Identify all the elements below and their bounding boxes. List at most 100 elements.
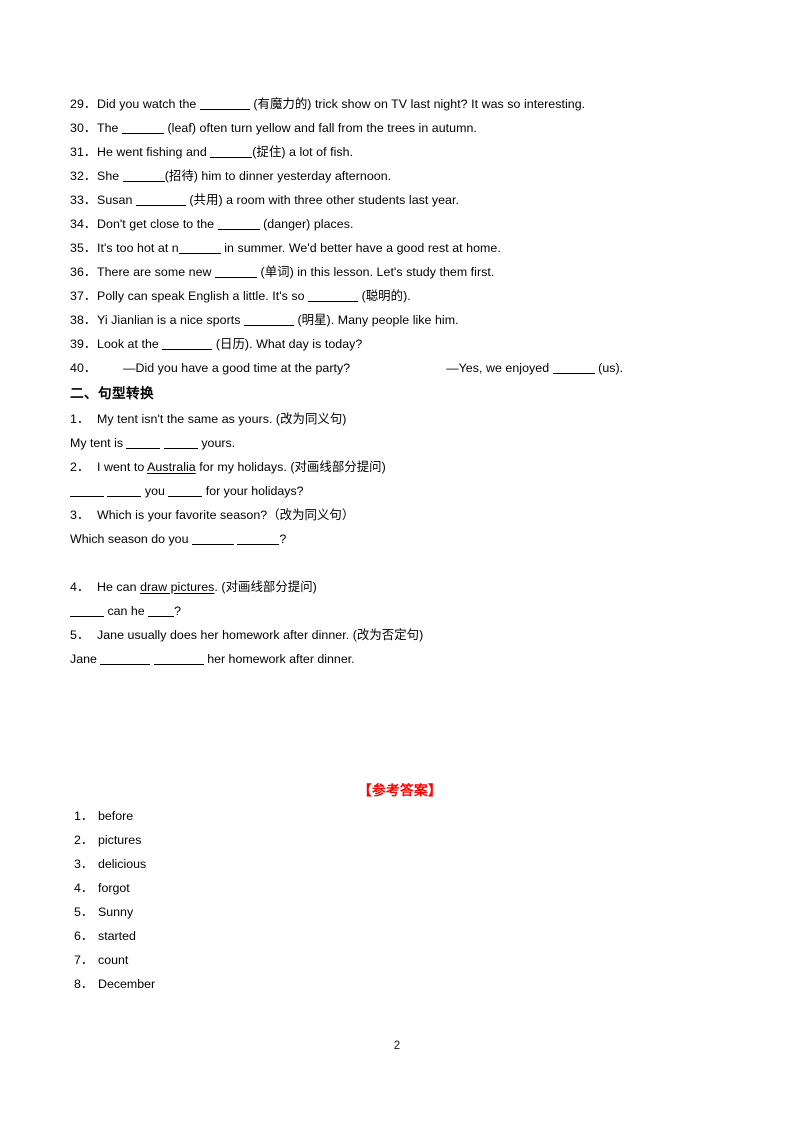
answer-number: 3．	[74, 857, 94, 871]
answer-text-post: yours.	[197, 436, 236, 450]
transform-item-2-answer: you for your holidays?	[70, 479, 730, 503]
document-page: 29．Did you watch the (有魔力的) trick show o…	[0, 0, 794, 1123]
answer-blank[interactable]	[308, 290, 359, 302]
transform-item-5-question: 5． Jane usually does her homework after d…	[70, 623, 730, 647]
answer-key-item: 8． December	[70, 972, 730, 996]
answer-key-item: 6． started	[70, 924, 730, 948]
question-text-pre: Did you watch the	[97, 97, 200, 111]
item-number: 1．	[70, 412, 90, 426]
question-item-34: 34．Don't get close to the (danger) place…	[70, 212, 730, 236]
question-item-29: 29．Did you watch the (有魔力的) trick show o…	[70, 92, 730, 116]
question-text-post: (有魔力的) trick show on TV last night? It w…	[249, 97, 586, 111]
question-text-post: (招待) him to dinner yesterday afternoon.	[164, 169, 392, 183]
answer-value: Sunny	[98, 905, 134, 919]
answer-number: 6．	[74, 929, 94, 943]
answer-blank[interactable]	[191, 533, 234, 545]
question-number: 33．	[70, 193, 97, 207]
transform-item-3-answer: Which season do you ?	[70, 527, 730, 551]
answer-value: before	[98, 809, 134, 823]
question-text-post: (聪明的).	[358, 289, 411, 303]
item-text: My tent isn't the same as yours. (改为同义句)	[97, 412, 347, 426]
answer-blank[interactable]	[215, 266, 258, 278]
question-text-pre: Look at the	[97, 337, 163, 351]
question-text-right-post: (us).	[594, 361, 624, 375]
answer-blank[interactable]	[107, 485, 142, 497]
blank-spacer-line	[70, 551, 730, 575]
answer-value: count	[98, 953, 129, 967]
answer-blank[interactable]	[148, 605, 175, 617]
answer-blank[interactable]	[162, 338, 213, 350]
item-text-pre: He can	[97, 580, 141, 594]
question-text-pre: Polly can speak English a little. It's s…	[97, 289, 309, 303]
answer-value: December	[98, 977, 156, 991]
question-number: 40．	[70, 361, 97, 375]
question-text-pre: The	[97, 121, 122, 135]
section-heading-sentence-transform: 二、句型转换	[70, 386, 154, 401]
transform-item-2-question: 2． I went to Australia for my holidays. (…	[70, 455, 730, 479]
answer-key-item: 7． count	[70, 948, 730, 972]
question-number: 31．	[70, 145, 97, 159]
item-number: 5．	[70, 628, 90, 642]
question-item-38: 38．Yi Jianlian is a nice sports (明星). Ma…	[70, 308, 730, 332]
answer-blank[interactable]	[163, 437, 198, 449]
question-item-37: 37．Polly can speak English a little. It'…	[70, 284, 730, 308]
answer-blank[interactable]	[70, 485, 104, 497]
question-item-39: 39．Look at the (日历). What day is today?	[70, 332, 730, 356]
answer-blank[interactable]	[153, 653, 204, 665]
answer-number: 2．	[74, 833, 94, 847]
answer-blank[interactable]	[100, 653, 151, 665]
item-text: Jane usually does her homework after din…	[97, 628, 424, 642]
question-item-35: 35．It's too hot at n in summer. We'd bet…	[70, 236, 730, 260]
question-text-post: (日历). What day is today?	[212, 337, 363, 351]
question-text-post: (单词) in this lesson. Let's study them fi…	[257, 265, 495, 279]
item-text-pre: I went to	[97, 460, 148, 474]
question-number: 36．	[70, 265, 97, 279]
question-text-right-pre: —Yes, we enjoyed	[446, 361, 553, 375]
answer-blank[interactable]	[70, 605, 104, 617]
question-text-post: in summer. We'd better have a good rest …	[220, 241, 501, 255]
answer-value: forgot	[98, 881, 130, 895]
question-text-pre: There are some new	[97, 265, 216, 279]
answer-blank[interactable]	[122, 170, 165, 182]
answer-blank[interactable]	[237, 533, 280, 545]
answer-text-post: ?	[174, 604, 181, 618]
question-text-post: (捉住) a lot of fish.	[252, 145, 354, 159]
question-text-pre: It's too hot at n	[97, 241, 179, 255]
answer-blank[interactable]	[135, 194, 186, 206]
item-number: 3．	[70, 508, 90, 522]
question-text-post: (共用) a room with three other students la…	[185, 193, 459, 207]
question-text-left: —Did you have a good time at the party?	[123, 361, 351, 375]
underlined-phrase: Australia	[147, 460, 196, 474]
answer-text-pre: Which season do you	[70, 532, 192, 546]
answer-value: pictures	[98, 833, 142, 847]
answer-text-post: for your holidays?	[202, 484, 304, 498]
answer-blank[interactable]	[126, 437, 161, 449]
transform-item-5-answer: Jane her homework after dinner.	[70, 647, 730, 671]
answer-blank[interactable]	[199, 98, 250, 110]
fill-in-blanks-section: 29．Did you watch the (有魔力的) trick show o…	[70, 92, 730, 380]
answer-number: 7．	[74, 953, 94, 967]
vertical-gap	[70, 671, 730, 779]
item-text-post: . (对画线部分提问)	[214, 580, 317, 594]
answer-blank[interactable]	[178, 242, 221, 254]
question-text-pre: He went fishing and	[97, 145, 211, 159]
transform-item-1-question: 1． My tent isn't the same as yours. (改为同义…	[70, 407, 730, 431]
question-text-pre: Don't get close to the	[97, 217, 218, 231]
answer-blank[interactable]	[122, 122, 164, 134]
item-number: 2．	[70, 460, 90, 474]
answer-blank[interactable]	[210, 146, 253, 158]
answer-blank[interactable]	[552, 362, 595, 374]
answer-blank[interactable]	[168, 485, 203, 497]
answer-key-item: 1． before	[70, 804, 730, 828]
answer-number: 5．	[74, 905, 94, 919]
answer-number: 8．	[74, 977, 94, 991]
question-number: 30．	[70, 121, 97, 135]
answer-text-post: ?	[279, 532, 287, 546]
answer-blank[interactable]	[217, 218, 260, 230]
question-text-pre: She	[97, 169, 123, 183]
question-item-33: 33．Susan (共用) a room with three other st…	[70, 188, 730, 212]
question-item-31: 31．He went fishing and (捉住) a lot of fis…	[70, 140, 730, 164]
answer-key-item: 5． Sunny	[70, 900, 730, 924]
answer-blank[interactable]	[244, 314, 294, 326]
item-text-post: for my holidays. (对画线部分提问)	[195, 460, 386, 474]
